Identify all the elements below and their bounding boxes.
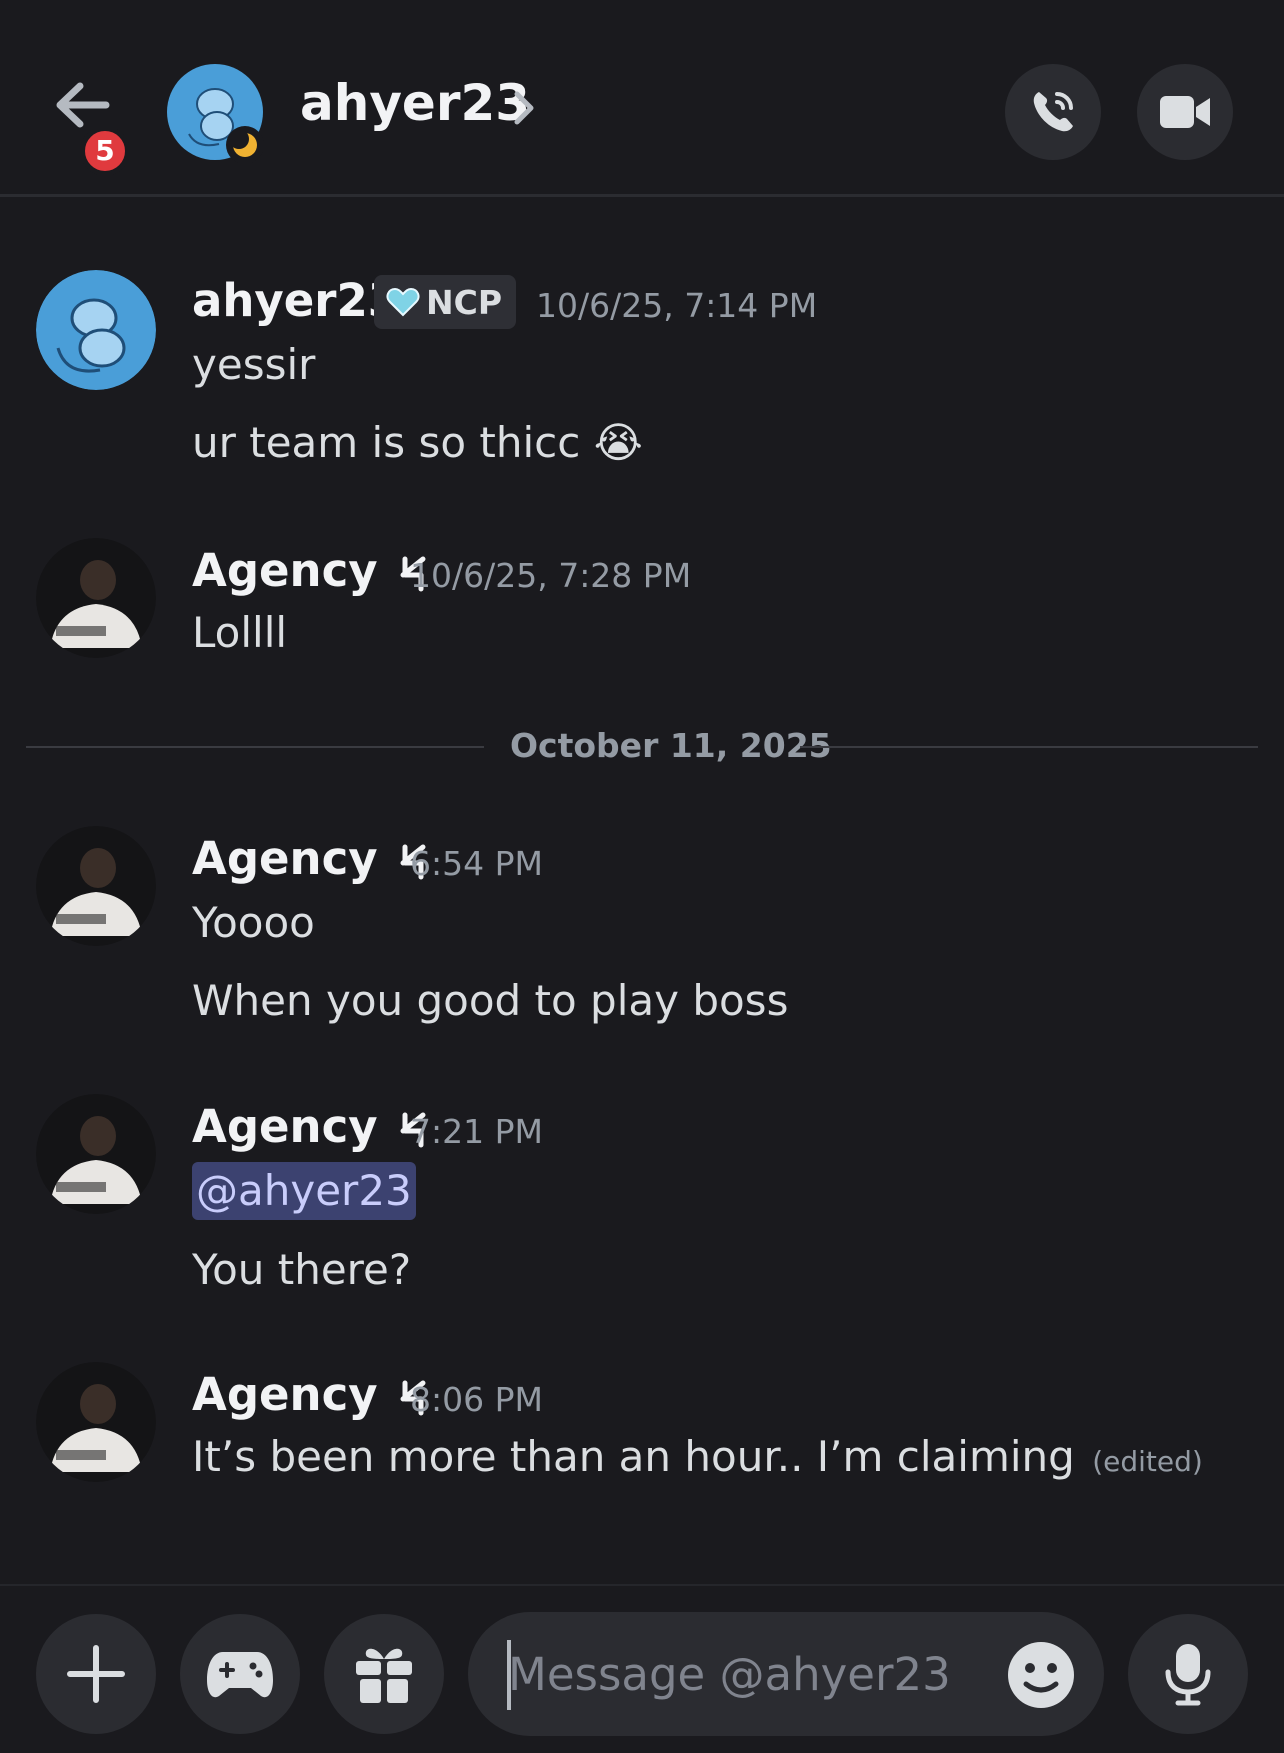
message-author-name: Agency	[192, 544, 378, 597]
unread-badge: 5	[80, 126, 130, 176]
message-text: yessir	[192, 340, 316, 389]
message-text: You there?	[192, 1245, 412, 1294]
message-text: Lollll	[192, 608, 288, 657]
avatar[interactable]	[36, 270, 156, 390]
message-timestamp: 10/6/25, 7:28 PM	[410, 556, 692, 595]
plus-icon	[67, 1645, 125, 1703]
activities-button[interactable]	[180, 1614, 300, 1734]
moon-icon	[231, 131, 257, 157]
add-attachment-button[interactable]	[36, 1614, 156, 1734]
message-text: When you good to play boss	[192, 976, 789, 1025]
page-title[interactable]: ahyer23	[300, 74, 530, 132]
user-mention[interactable]: @ahyer23	[192, 1162, 416, 1220]
role-badge[interactable]: NCP	[374, 275, 517, 329]
message-timestamp: 10/6/25, 7:14 PM	[536, 286, 818, 325]
edited-label: (edited)	[1092, 1445, 1203, 1478]
message-author[interactable]: Agency	[192, 1368, 429, 1421]
message-author-name: Agency	[192, 832, 378, 885]
crying-emoji[interactable]: 😭	[594, 418, 643, 467]
message-author[interactable]: Agency	[192, 832, 429, 885]
message-text-content: ur team is so thicc	[192, 418, 581, 467]
avatar[interactable]	[36, 538, 156, 658]
gamepad-icon	[207, 1652, 273, 1698]
chat-header: 5 ahyer23	[0, 0, 1284, 197]
voice-message-button[interactable]	[1128, 1614, 1248, 1734]
video-call-button[interactable]	[1137, 64, 1233, 160]
message-author-name: Agency	[192, 1100, 378, 1153]
message-timestamp: 7:21 PM	[410, 1112, 543, 1151]
message-author[interactable]: Agency	[192, 1100, 429, 1153]
chevron-right-icon[interactable]	[512, 90, 536, 126]
message-text: It’s been more than an hour.. I’m claimi…	[192, 1432, 1203, 1481]
message-text: Yoooo	[192, 898, 315, 947]
message-author[interactable]: Agency	[192, 544, 429, 597]
phone-icon	[1033, 92, 1073, 132]
divider	[26, 746, 484, 748]
message-text-content: It’s been more than an hour.. I’m claimi…	[192, 1432, 1075, 1481]
gift-icon	[356, 1648, 412, 1703]
heart-icon	[386, 287, 420, 317]
message-text: ur team is so thicc 😭	[192, 418, 643, 467]
avatar[interactable]	[36, 826, 156, 946]
divider	[800, 746, 1258, 748]
emoji-icon[interactable]	[1006, 1640, 1076, 1710]
message-author[interactable]: ahyer23	[192, 274, 399, 327]
gift-button[interactable]	[324, 1614, 444, 1734]
voice-call-button[interactable]	[1005, 64, 1101, 160]
message-timestamp: 6:54 PM	[410, 844, 543, 883]
text-caret	[507, 1640, 511, 1710]
avatar[interactable]	[36, 1362, 156, 1482]
microphone-icon	[1165, 1644, 1211, 1706]
back-arrow-icon	[56, 82, 110, 128]
message-timestamp: 8:06 PM	[410, 1380, 543, 1419]
date-divider: October 11, 2025	[510, 726, 832, 765]
avatar[interactable]	[36, 1094, 156, 1214]
role-badge-label: NCP	[426, 282, 503, 322]
message-author-name: Agency	[192, 1368, 378, 1421]
status-indicator	[226, 126, 264, 164]
video-camera-icon	[1160, 96, 1210, 128]
